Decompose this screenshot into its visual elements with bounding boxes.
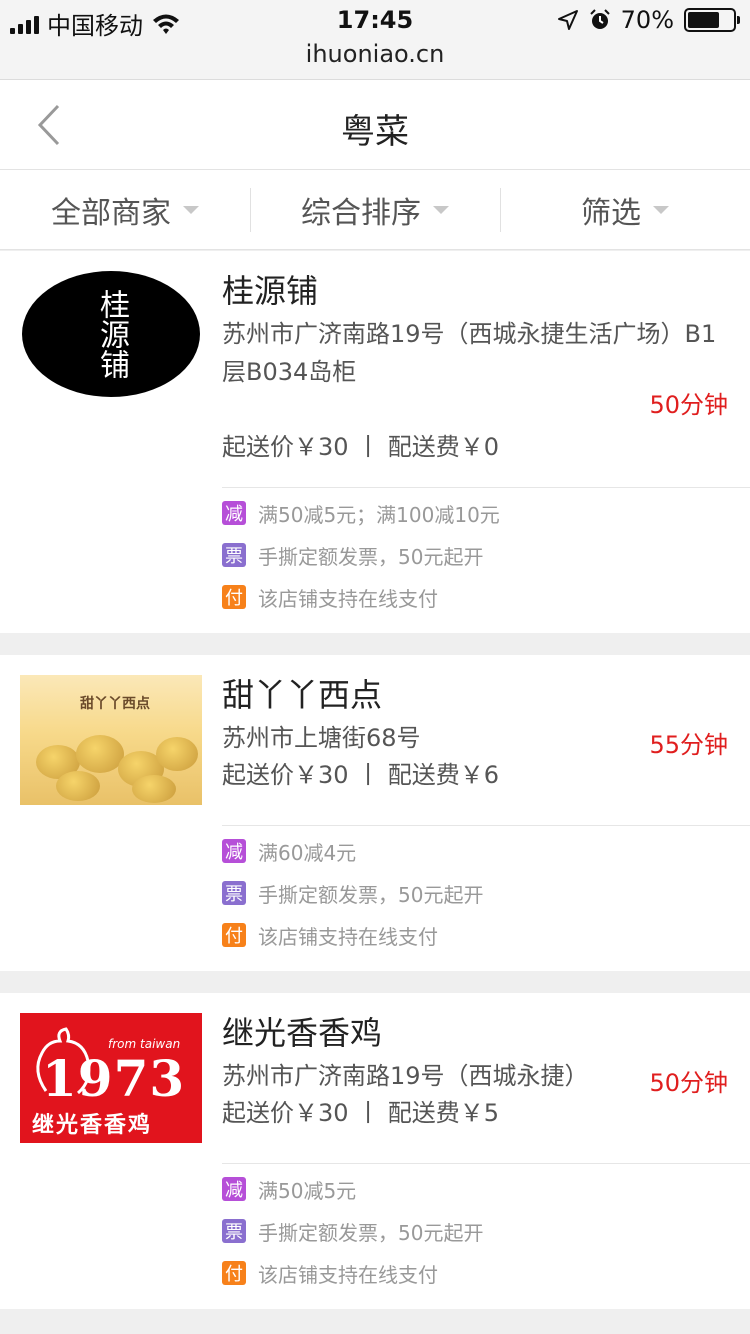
discount-tag-icon: 减 <box>222 501 246 525</box>
shop-card[interactable]: 桂源铺 桂源铺 苏州市广济南路19号（西城永捷生活广场）B1层B034岛柜 50… <box>0 251 750 633</box>
shop-name: 桂源铺 <box>222 272 319 310</box>
promo-text: 手撕定额发票，50元起开 <box>258 544 484 569</box>
location-arrow-icon <box>557 10 578 30</box>
promo-item: 付该店铺支持在线支付 <box>222 576 750 618</box>
filter-all-merchants[interactable]: 全部商家 <box>0 170 250 249</box>
invoice-tag-icon: 票 <box>222 1219 246 1243</box>
page-title: 粤菜 <box>341 112 409 152</box>
caret-down-icon <box>433 205 449 214</box>
promo-item: 票手撕定额发票，50元起开 <box>222 872 750 914</box>
promo-list: 减满60减4元 票手撕定额发票，50元起开 付该店铺支持在线支付 <box>222 825 750 956</box>
status-right: 70% <box>557 6 740 34</box>
delivery-time: 50分钟 <box>649 1069 728 1097</box>
battery-icon <box>684 8 740 32</box>
logo-text: 继光香香鸡 <box>32 1113 153 1138</box>
filter-sort[interactable]: 综合排序 <box>250 170 500 249</box>
shop-address: 苏州市广济南路19号（西城永捷生活广场）B1层B034岛柜 <box>222 320 717 386</box>
filter-screen[interactable]: 筛选 <box>500 170 750 249</box>
promo-item: 减满50减5元 <box>222 1168 750 1210</box>
shop-logo: 桂源铺 <box>20 271 202 401</box>
promo-list: 减满50减5元；满100减10元 票手撕定额发票，50元起开 付该店铺支持在线支… <box>222 487 750 618</box>
promo-text: 手撕定额发票，50元起开 <box>258 1220 484 1245</box>
promo-text: 满60减4元 <box>258 840 357 865</box>
filter-label: 全部商家 <box>51 195 171 231</box>
shop-name: 继光香香鸡 <box>222 1014 383 1052</box>
alarm-icon <box>589 9 610 29</box>
shop-logo: from taiwan 1973 继光香香鸡 <box>20 1013 202 1143</box>
pay-tag-icon: 付 <box>222 1261 246 1285</box>
promo-item: 付该店铺支持在线支付 <box>222 914 750 956</box>
status-bar: 中国移动 17:45 ihuoniao.cn 70% <box>0 0 750 80</box>
price-line: 起送价￥30 丨 配送费￥0 <box>222 433 500 461</box>
price-line: 起送价￥30 丨 配送费￥5 <box>222 1099 500 1127</box>
promo-text: 满50减5元；满100减10元 <box>258 502 500 527</box>
promo-text: 该店铺支持在线支付 <box>258 586 438 611</box>
logo-number: 1973 <box>42 1049 186 1108</box>
shop-name: 甜丫丫西点 <box>222 676 383 714</box>
price-line: 起送价￥30 丨 配送费￥6 <box>222 761 500 789</box>
promo-item: 减满50减5元；满100减10元 <box>222 492 750 534</box>
promo-item: 减满60减4元 <box>222 830 750 872</box>
promo-text: 手撕定额发票，50元起开 <box>258 882 484 907</box>
discount-tag-icon: 减 <box>222 839 246 863</box>
promo-item: 付该店铺支持在线支付 <box>222 1252 750 1294</box>
logo-text: 桂源铺 <box>94 289 129 379</box>
nav-header: 粤菜 <box>0 80 750 170</box>
caret-down-icon <box>653 205 669 214</box>
promo-item: 票手撕定额发票，50元起开 <box>222 1210 750 1252</box>
delivery-time: 50分钟 <box>649 391 728 419</box>
url-label[interactable]: ihuoniao.cn <box>0 40 750 68</box>
discount-tag-icon: 减 <box>222 1177 246 1201</box>
promo-text: 满50减5元 <box>258 1178 357 1203</box>
filter-label: 综合排序 <box>301 195 421 231</box>
filter-bar: 全部商家 综合排序 筛选 <box>0 170 750 250</box>
promo-list: 减满50减5元 票手撕定额发票，50元起开 付该店铺支持在线支付 <box>222 1163 750 1294</box>
promo-text: 该店铺支持在线支付 <box>258 924 438 949</box>
delivery-time: 55分钟 <box>649 731 728 759</box>
invoice-tag-icon: 票 <box>222 543 246 567</box>
promo-text: 该店铺支持在线支付 <box>258 1262 438 1287</box>
filter-label: 筛选 <box>581 195 641 231</box>
pay-tag-icon: 付 <box>222 923 246 947</box>
caret-down-icon <box>183 205 199 214</box>
promo-item: 票手撕定额发票，50元起开 <box>222 534 750 576</box>
pay-tag-icon: 付 <box>222 585 246 609</box>
shop-card[interactable]: 甜丫丫西点 甜丫丫西点 苏州市上塘街68号 起送价￥30 丨 配送费￥6 55分… <box>0 655 750 971</box>
shop-logo: 甜丫丫西点 <box>20 675 202 805</box>
logo-text: 甜丫丫西点 <box>80 696 150 712</box>
shop-card[interactable]: from taiwan 1973 继光香香鸡 继光香香鸡 苏州市广济南路19号（… <box>0 993 750 1309</box>
battery-percent: 70% <box>620 6 674 34</box>
invoice-tag-icon: 票 <box>222 881 246 905</box>
